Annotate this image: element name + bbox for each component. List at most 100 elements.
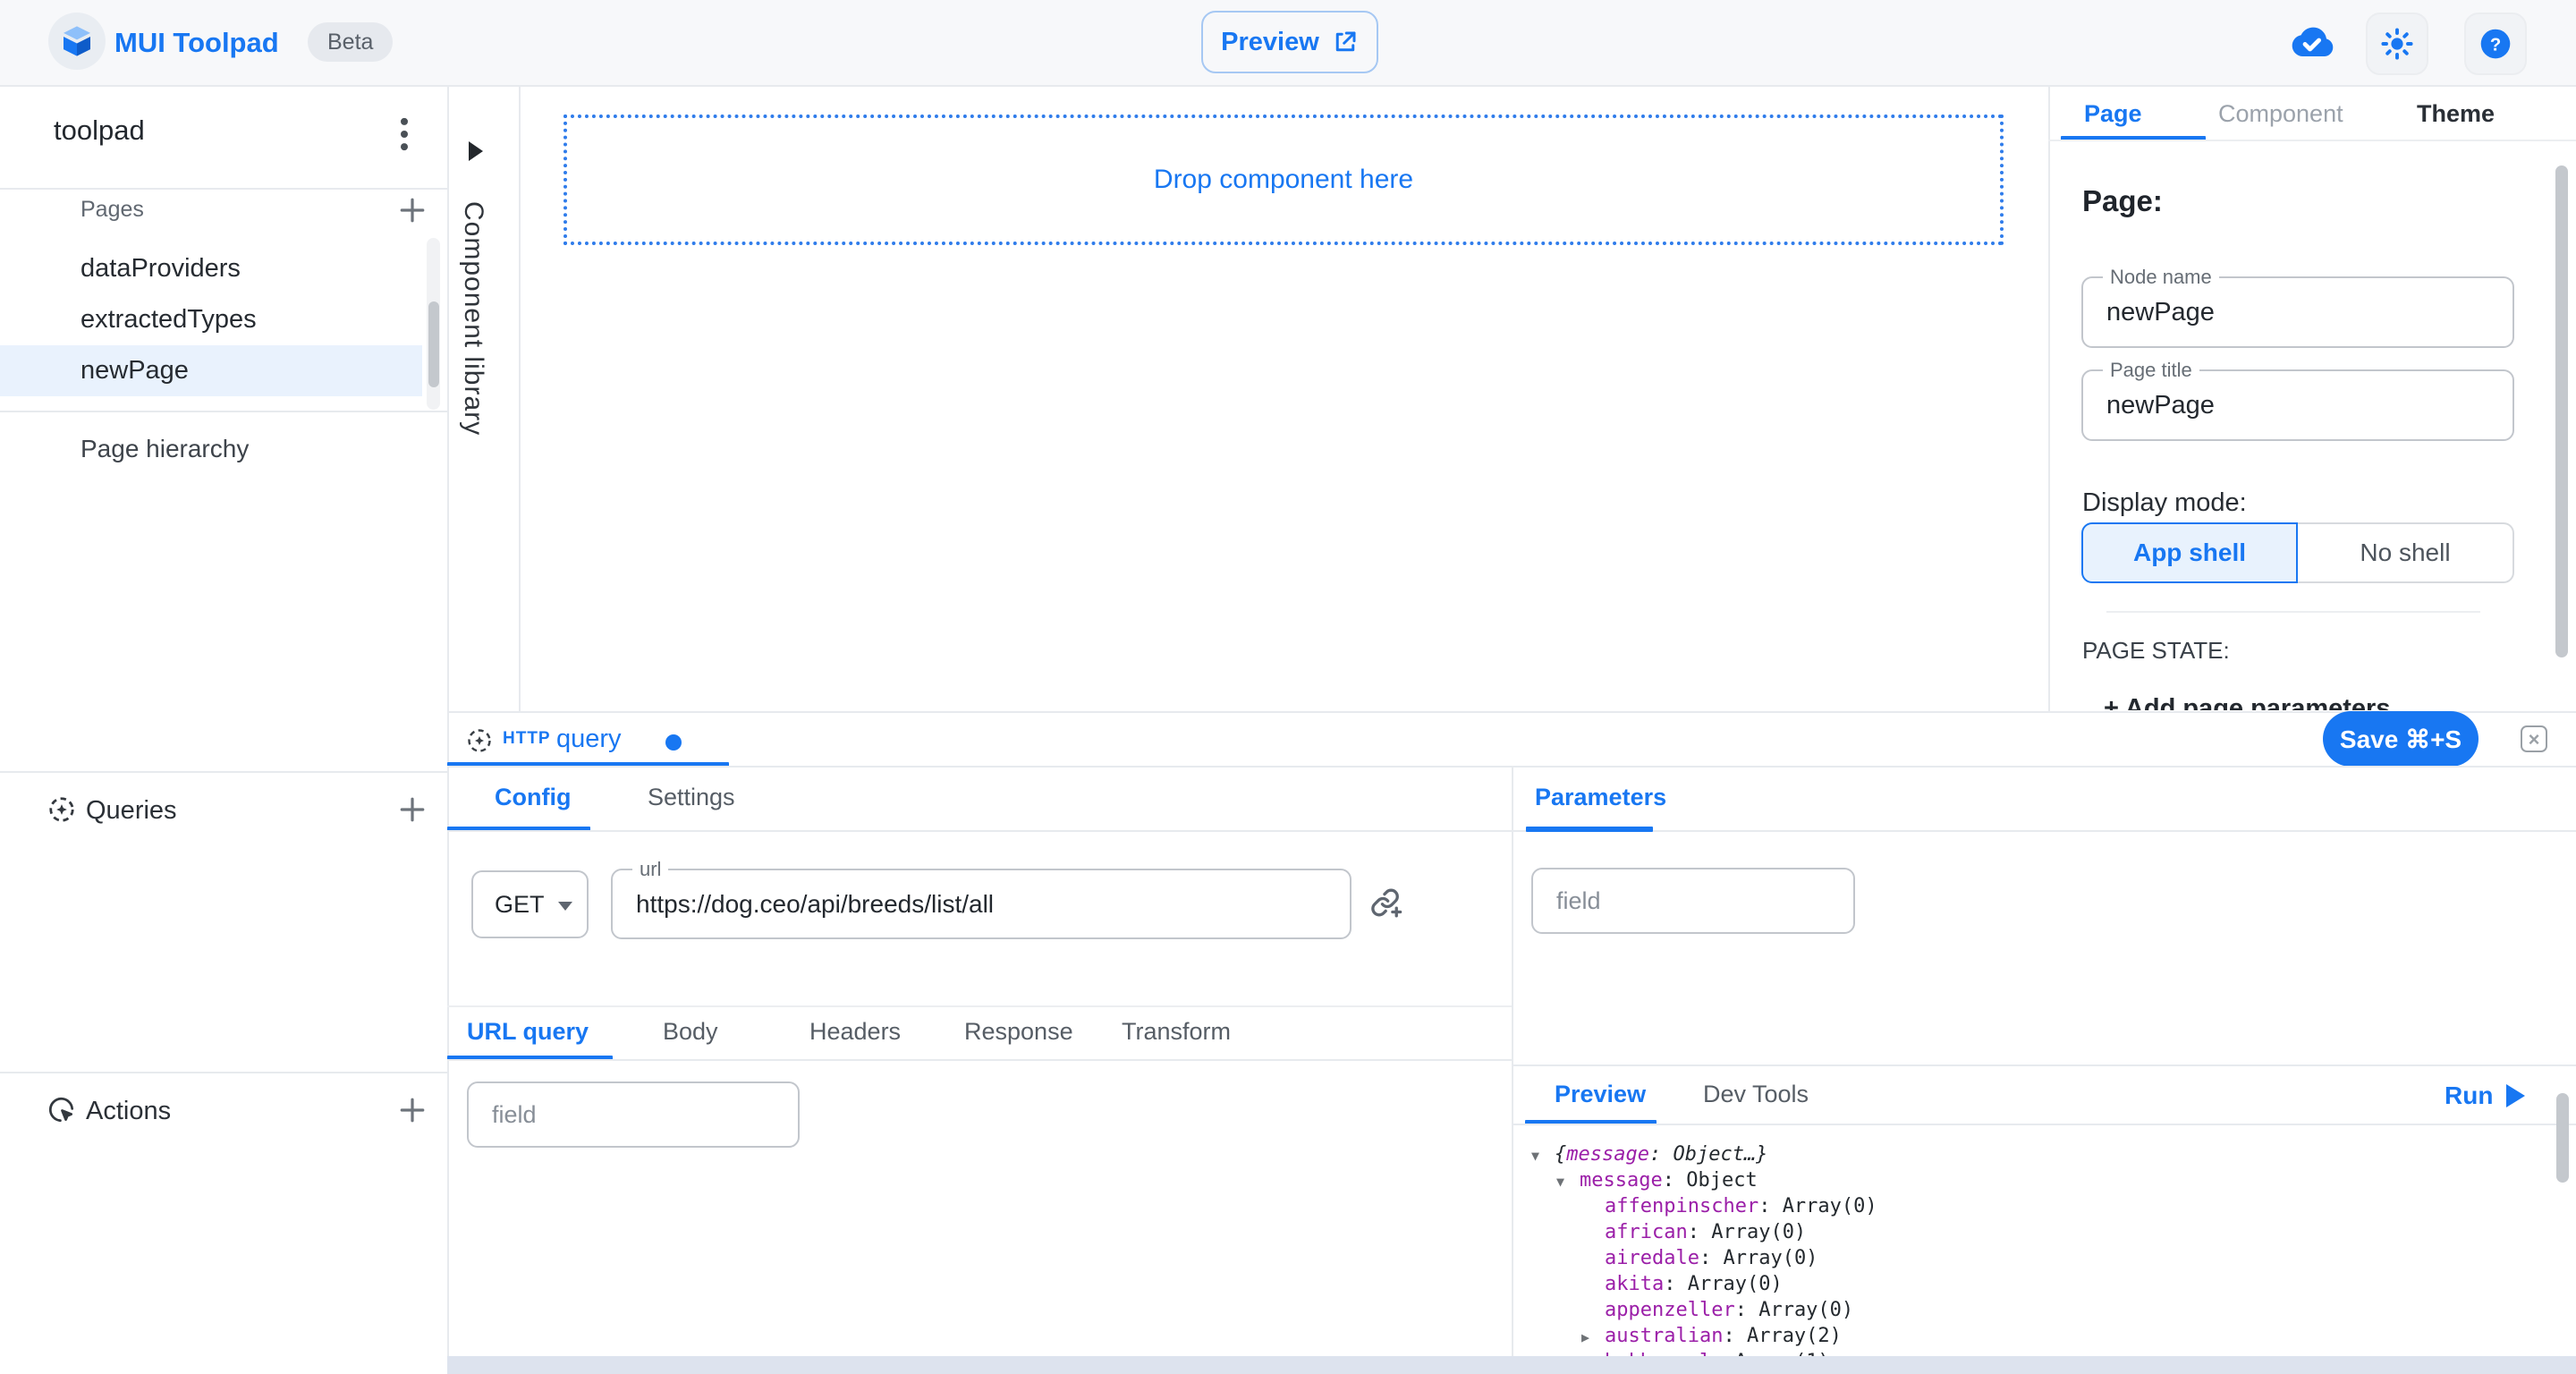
project-title: toolpad: [54, 114, 145, 147]
plus-icon: [398, 795, 427, 824]
plus-icon: [398, 196, 427, 225]
divider: [0, 411, 447, 412]
external-link-icon: [1332, 29, 1359, 55]
tab-headers[interactable]: Headers: [809, 1005, 901, 1057]
tab-response[interactable]: Response: [964, 1005, 1073, 1057]
query-tab-http-badge: HTTP: [503, 711, 551, 767]
tab-body[interactable]: Body: [663, 1005, 718, 1057]
url-field[interactable]: url: [611, 869, 1352, 939]
add-action-button[interactable]: [395, 1093, 429, 1127]
tab-preview[interactable]: Preview: [1555, 1066, 1646, 1122]
actions-section-header: Actions: [86, 1097, 171, 1126]
divider: [0, 771, 447, 773]
actions-icon: [47, 1095, 77, 1125]
queries-section-header: Queries: [86, 796, 177, 826]
save-button-label: Save ⌘+S: [2340, 725, 2462, 754]
project-menu-button[interactable]: [385, 114, 424, 154]
sidebar-item-newpage[interactable]: newPage: [0, 345, 422, 396]
inspector-heading: Page:: [2082, 184, 2163, 218]
drop-zone[interactable]: Drop component here: [564, 114, 2004, 245]
parameters-field-input[interactable]: [1533, 869, 1853, 932]
urlquery-field-input[interactable]: [469, 1083, 798, 1146]
query-type-icon: [465, 726, 494, 755]
svg-text:?: ?: [2490, 35, 2501, 55]
query-tab[interactable]: query: [556, 711, 622, 767]
tab-parameters[interactable]: Parameters: [1535, 768, 1666, 827]
json-row-african[interactable]: african: Array(0): [1531, 1219, 1877, 1245]
add-page-button[interactable]: [395, 193, 429, 227]
url-field-label: url: [632, 858, 668, 881]
divider: [447, 85, 449, 1374]
tab-url-query[interactable]: URL query: [467, 1005, 589, 1057]
plus-icon: [398, 1096, 427, 1124]
page-title-field[interactable]: Page title: [2081, 369, 2514, 441]
chevron-right-icon: [469, 141, 483, 161]
divider: [519, 85, 521, 711]
display-mode-label: Display mode:: [2082, 488, 2247, 518]
display-mode-appshell-button[interactable]: App shell: [2081, 522, 2298, 583]
close-panel-button[interactable]: ×: [2521, 725, 2547, 752]
json-row-australian[interactable]: ▶australian: Array(2): [1531, 1323, 1877, 1349]
method-select[interactable]: GET: [471, 870, 589, 938]
add-page-parameters-button[interactable]: + Add page parameters: [2104, 689, 2462, 710]
tab-settings[interactable]: Settings: [648, 768, 735, 827]
horizontal-scrollbar-track[interactable]: [447, 1356, 2576, 1374]
add-query-button[interactable]: [395, 793, 429, 827]
divider: [0, 1072, 447, 1073]
results-scrollbar-thumb[interactable]: [2556, 1093, 2569, 1183]
urlquery-field[interactable]: [467, 1081, 800, 1148]
json-row-message[interactable]: ▼message: Object: [1531, 1167, 1877, 1193]
divider: [1512, 1124, 2576, 1125]
save-button[interactable]: Save ⌘+S: [2323, 711, 2479, 767]
display-mode-noshell-button[interactable]: No shell: [2298, 522, 2514, 583]
divider: [2106, 611, 2480, 613]
app-window: MUI Toolpad Beta Preview ?: [0, 0, 2576, 1374]
toolpad-logo-icon: [59, 23, 95, 59]
page-item-label: dataProviders: [80, 254, 241, 284]
divider: [447, 711, 2576, 713]
play-icon[interactable]: [2506, 1084, 2525, 1107]
divider: [2048, 140, 2576, 141]
node-name-label: Node name: [2103, 266, 2219, 289]
pages-section-header: Pages: [80, 197, 144, 223]
active-parameters-tab-indicator: [1526, 827, 1653, 832]
tab-theme[interactable]: Theme: [2417, 88, 2495, 140]
json-result-tree: ▼{message: Object…} ▼message: Object aff…: [1531, 1141, 1877, 1374]
pages-scrollbar-thumb[interactable]: [428, 301, 439, 387]
json-row-appenzeller[interactable]: appenzeller: Array(0): [1531, 1297, 1877, 1323]
json-row-affenpinscher[interactable]: affenpinscher: Array(0): [1531, 1193, 1877, 1219]
close-icon: ×: [2529, 728, 2540, 751]
tab-transform[interactable]: Transform: [1122, 1005, 1231, 1057]
sidebar-item-extractedtypes[interactable]: extractedTypes: [0, 294, 422, 345]
cloud-sync-icon[interactable]: [2286, 23, 2336, 61]
page-item-label: newPage: [80, 356, 189, 386]
kebab-menu-icon: [399, 116, 410, 152]
preview-button[interactable]: Preview: [1201, 11, 1378, 73]
json-row-root[interactable]: ▼{message: Object…}: [1531, 1141, 1877, 1167]
divider: [2048, 85, 2050, 711]
component-library-label[interactable]: Component library: [458, 201, 488, 436]
help-button[interactable]: ?: [2464, 13, 2527, 75]
tab-page[interactable]: Page: [2084, 88, 2142, 140]
method-select-value: GET: [495, 891, 545, 919]
run-button[interactable]: Run: [2445, 1068, 2493, 1124]
expand-library-button[interactable]: [469, 141, 483, 161]
sidebar-item-dataproviders[interactable]: dataProviders: [0, 243, 422, 294]
json-row-airedale[interactable]: airedale: Array(0): [1531, 1245, 1877, 1271]
json-row-akita[interactable]: akita: Array(0): [1531, 1271, 1877, 1297]
bind-link-icon[interactable]: [1367, 884, 1404, 921]
toggle-label: No shell: [2360, 539, 2450, 567]
toolpad-logo[interactable]: [48, 13, 106, 70]
divider: [0, 188, 447, 190]
url-input[interactable]: [613, 870, 1350, 937]
page-hierarchy-label[interactable]: Page hierarchy: [80, 435, 249, 463]
tab-component[interactable]: Component: [2218, 88, 2343, 140]
top-bar: MUI Toolpad Beta Preview ?: [0, 0, 2576, 87]
inspector-scrollbar-thumb[interactable]: [2555, 165, 2568, 657]
node-name-field[interactable]: Node name: [2081, 276, 2514, 348]
theme-toggle-button[interactable]: [2366, 13, 2428, 75]
brand-title: MUI Toolpad: [114, 0, 279, 85]
tab-dev-tools[interactable]: Dev Tools: [1703, 1066, 1809, 1122]
tab-config[interactable]: Config: [495, 768, 571, 827]
parameters-field[interactable]: [1531, 868, 1855, 934]
